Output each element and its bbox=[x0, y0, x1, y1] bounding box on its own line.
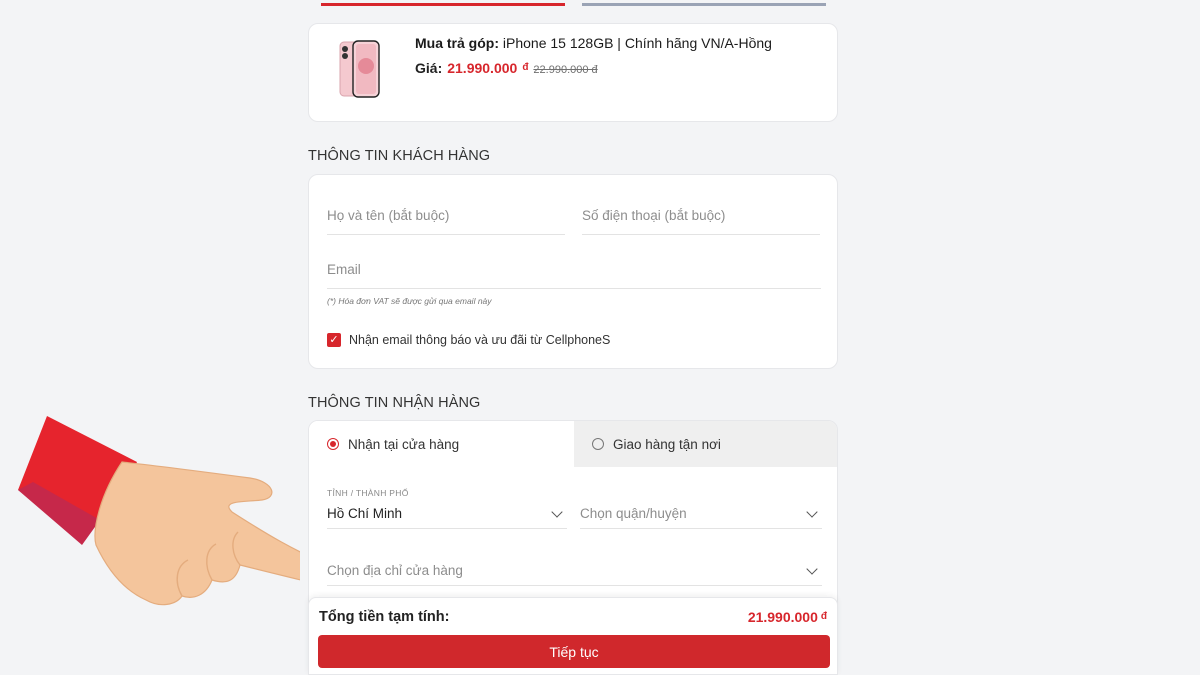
tab-pickup-store[interactable]: Nhận tại cửa hàng bbox=[309, 421, 574, 467]
name-field[interactable] bbox=[327, 207, 565, 235]
city-value: Hồ Chí Minh bbox=[327, 506, 403, 521]
tab-pickup-store-label: Nhận tại cửa hàng bbox=[348, 436, 460, 452]
total-amount: 21.990.000 đ bbox=[747, 609, 827, 625]
email-input[interactable] bbox=[327, 262, 821, 277]
name-input[interactable] bbox=[327, 208, 565, 223]
delivery-info-title: THÔNG TIN NHẬN HÀNG bbox=[308, 395, 481, 411]
subscribe-checkbox[interactable]: ✓ bbox=[327, 333, 341, 347]
tab-home-delivery[interactable]: Giao hàng tận nơi bbox=[574, 421, 837, 467]
product-card: Mua trả góp: iPhone 15 128GB | Chính hãn… bbox=[308, 23, 838, 122]
product-name: Mua trả góp: iPhone 15 128GB | Chính hãn… bbox=[415, 35, 772, 51]
chevron-down-icon bbox=[806, 562, 818, 575]
district-select[interactable]: Chọn quận/huyện bbox=[580, 499, 822, 529]
store-placeholder: Chọn địa chỉ cửa hàng bbox=[327, 563, 463, 578]
continue-button[interactable]: Tiếp tục bbox=[318, 635, 830, 668]
radio-home-delivery[interactable] bbox=[592, 438, 604, 450]
product-price-row: Giá: 21.990.000 đ 22.990.000 đ bbox=[415, 60, 598, 76]
tab-indicator-active bbox=[321, 0, 565, 6]
radio-pickup-store[interactable] bbox=[327, 438, 339, 450]
email-field[interactable] bbox=[327, 261, 821, 289]
city-select[interactable]: Hồ Chí Minh bbox=[327, 499, 567, 529]
price-currency: đ bbox=[522, 62, 529, 73]
pointing-hand-illustration bbox=[18, 416, 300, 606]
city-label: TỈNH / THÀNH PHỐ bbox=[327, 488, 409, 498]
district-placeholder: Chọn quận/huyện bbox=[580, 506, 687, 521]
tab-indicator-inactive bbox=[582, 0, 826, 6]
product-image bbox=[339, 40, 380, 98]
total-label: Tổng tiền tạm tính: bbox=[319, 609, 450, 625]
subscribe-row[interactable]: ✓ Nhận email thông báo và ưu đãi từ Cell… bbox=[327, 333, 610, 347]
tab-home-delivery-label: Giao hàng tận nơi bbox=[613, 436, 721, 452]
chevron-down-icon bbox=[806, 505, 818, 518]
product-price: 21.990.000 bbox=[447, 60, 518, 76]
email-note: (*) Hóa đơn VAT sẽ được gửi qua email nà… bbox=[327, 296, 492, 306]
phone-input[interactable] bbox=[582, 208, 820, 223]
price-label: Giá: bbox=[415, 60, 443, 76]
store-select[interactable]: Chọn địa chỉ cửa hàng bbox=[327, 556, 822, 586]
phone-field[interactable] bbox=[582, 207, 820, 235]
total-bar: Tổng tiền tạm tính: 21.990.000 đ Tiếp tục bbox=[308, 597, 838, 675]
old-price: 22.990.000 đ bbox=[533, 64, 598, 76]
customer-info-title: THÔNG TIN KHÁCH HÀNG bbox=[308, 148, 491, 164]
customer-info-card: (*) Hóa đơn VAT sẽ được gửi qua email nà… bbox=[308, 174, 838, 369]
subscribe-label: Nhận email thông báo và ưu đãi từ Cellph… bbox=[349, 333, 611, 347]
chevron-down-icon bbox=[551, 505, 563, 518]
